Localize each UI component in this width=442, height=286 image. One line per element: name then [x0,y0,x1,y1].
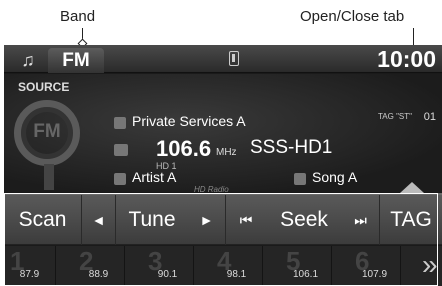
preset-frequency: 98.1 [226,269,247,280]
preset-frequency: 106.1 [292,269,319,280]
preset-button[interactable]: 5 106.1 [280,246,332,286]
fm-logo-stand [44,164,54,190]
song-name: Song A [312,169,358,185]
preset-frequency: 90.1 [157,269,178,280]
artist-icon [114,173,126,185]
tag-button[interactable]: TAG [380,195,442,245]
artist-name: Artist A [132,169,177,185]
tag-label: TAG "ST" [378,112,412,121]
preset-button[interactable]: 1 87.9 [4,246,56,286]
preset-frequency: 87.9 [19,269,40,280]
song-icon [294,173,306,185]
source-label: SOURCE [18,80,70,94]
band-annotation: Band [60,8,96,25]
preset-button[interactable]: 6 107.9 [349,246,401,286]
service-name: Private Services A [132,113,246,129]
preset-button[interactable]: 3 90.1 [142,246,194,286]
seek-label: Seek [280,208,328,231]
scan-button[interactable]: Scan [4,195,82,245]
preset-frequency: 107.9 [361,269,388,280]
tag-number: 01 [423,111,436,123]
tune-label: Tune [128,208,176,231]
band-tab[interactable]: FM [48,48,104,73]
seek-up-icon[interactable]: ⏭ [342,195,380,245]
music-note-icon[interactable]: ♫ [8,48,48,72]
clock: 10:00 [377,46,436,72]
preset-button[interactable]: 4 98.1 [211,246,263,286]
tune-up-icon[interactable]: ► [188,195,226,245]
station-icon [114,144,128,156]
station-info: SOURCE FM Private Services A 106.6 MHz S… [4,74,442,194]
station-name: SSS-HD1 [250,137,333,158]
control-bar: Scan ◄ Tune ► ⏮ Seek ⏭ TAG [4,193,442,245]
preset-button[interactable]: 2 88.9 [73,246,125,286]
open-close-tab[interactable] [400,182,424,193]
open-close-annotation: Open/Close tab [300,8,405,25]
top-bar: ♫ FM 10:00 [4,45,442,73]
tune-down-icon[interactable]: ◄ [82,195,116,245]
preset-frequency: 88.9 [88,269,109,280]
fm-logo: FM [14,100,80,166]
seek-down-icon[interactable]: ⏮ [226,195,266,245]
audio-screen: ♫ FM 10:00 SOURCE FM Private Services A … [4,45,442,286]
frequency-value: 106.6 [156,136,212,161]
phone-icon [229,51,239,66]
preset-bar: 1 87.9 2 88.9 3 90.1 4 98.1 5 106.1 6 10… [4,246,442,286]
service-icon [114,117,126,129]
chevron-right-icon[interactable]: » [422,250,442,282]
fm-logo-text: FM [33,121,61,142]
frequency-unit: MHz [216,147,237,158]
